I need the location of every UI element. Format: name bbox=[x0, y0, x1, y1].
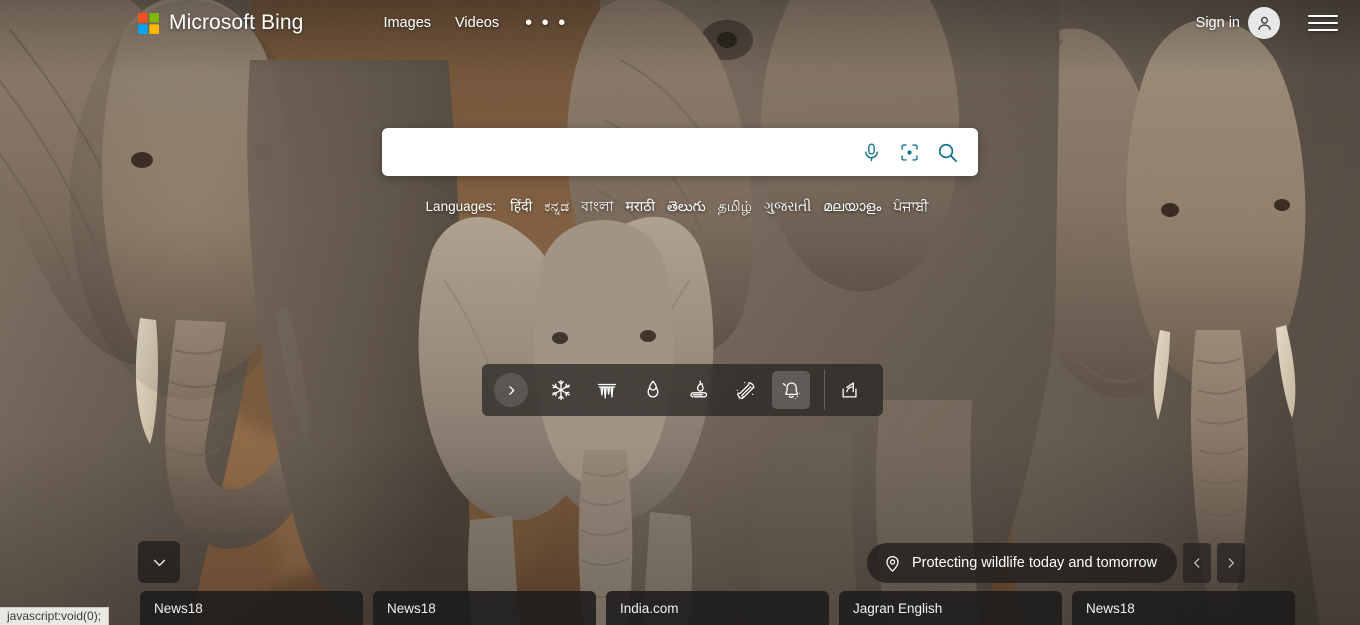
notification-bell-icon[interactable] bbox=[772, 371, 810, 409]
share-icon[interactable] bbox=[831, 371, 869, 409]
caption-text: Protecting wildlife today and tomorrow bbox=[911, 555, 1157, 571]
search-zone: Languages: हिंदी ಕನ್ನಡ বাংলা मराठी తెలుగ… bbox=[0, 128, 1360, 219]
news-cards-row: News18 News18 India.com Jagran English N… bbox=[140, 591, 1295, 625]
language-link-kannada[interactable]: ಕನ್ನಡ bbox=[544, 198, 569, 215]
news-card[interactable]: Jagran English bbox=[839, 591, 1062, 625]
news-card-source: India.com bbox=[620, 600, 679, 616]
languages-row: Languages: हिंदी ಕನ್ನಡ বাংলা मराठी తెలుగ… bbox=[426, 195, 935, 219]
news-card[interactable]: News18 bbox=[1072, 591, 1295, 625]
header-nav: Images Videos • • • bbox=[371, 9, 581, 37]
bing-logo-link[interactable]: Microsoft Bing bbox=[138, 11, 303, 35]
scroll-down-button[interactable] bbox=[138, 541, 180, 583]
next-image-button[interactable] bbox=[1217, 543, 1245, 583]
location-pin-icon bbox=[886, 555, 899, 572]
previous-image-button[interactable] bbox=[1183, 543, 1211, 583]
news-card-source: News18 bbox=[1086, 600, 1135, 616]
hamburger-menu-icon[interactable] bbox=[1308, 10, 1338, 36]
sparkle-lines-icon[interactable] bbox=[726, 371, 764, 409]
image-caption-pill[interactable]: Protecting wildlife today and tomorrow bbox=[866, 543, 1177, 583]
news-card-source: Jagran English bbox=[853, 600, 943, 616]
microphone-icon[interactable] bbox=[852, 128, 890, 176]
image-caption-row: Protecting wildlife today and tomorrow bbox=[866, 543, 1245, 583]
search-box[interactable] bbox=[382, 128, 978, 176]
browser-status-bar: javascript:void(0); bbox=[0, 607, 110, 625]
language-link-bangla[interactable]: বাংলা bbox=[581, 195, 613, 219]
languages-label: Languages: bbox=[425, 199, 497, 214]
language-link-gujarati[interactable]: ગુજરાતી bbox=[764, 198, 811, 215]
brand-name: Microsoft Bing bbox=[169, 11, 304, 34]
toolbar-divider bbox=[824, 370, 825, 410]
header-right-cluster: Sign in bbox=[1196, 7, 1360, 39]
chevron-right-icon[interactable] bbox=[494, 373, 528, 407]
snowflake-icon[interactable] bbox=[542, 371, 580, 409]
sign-in-button[interactable]: Sign in bbox=[1196, 7, 1280, 39]
icicles-icon[interactable] bbox=[588, 371, 626, 409]
nav-more-icon[interactable]: • • • bbox=[511, 12, 581, 34]
language-link-malayalam[interactable]: മലയാളം bbox=[823, 198, 881, 215]
top-header: Microsoft Bing Images Videos • • • Sign … bbox=[0, 0, 1360, 46]
visual-search-icon[interactable] bbox=[890, 128, 928, 176]
background-image-elephant-herd bbox=[0, 0, 1360, 625]
nav-images[interactable]: Images bbox=[371, 9, 443, 37]
language-link-marathi[interactable]: मराठी bbox=[626, 197, 655, 216]
language-link-hindi[interactable]: हिंदी bbox=[510, 197, 532, 216]
sign-in-label: Sign in bbox=[1195, 15, 1240, 31]
language-link-punjabi[interactable]: ਪੰਜਾਬੀ bbox=[893, 198, 928, 215]
news-card-source: News18 bbox=[154, 600, 203, 616]
news-card[interactable]: News18 bbox=[373, 591, 596, 625]
campfire-icon[interactable] bbox=[680, 371, 718, 409]
water-drop-icon[interactable] bbox=[634, 371, 672, 409]
news-card-source: News18 bbox=[387, 600, 436, 616]
language-link-telugu[interactable]: తెలుగు bbox=[667, 198, 706, 218]
image-feature-toolbar bbox=[482, 364, 883, 416]
search-icon[interactable] bbox=[928, 128, 966, 176]
nav-videos[interactable]: Videos bbox=[443, 9, 511, 37]
person-icon[interactable] bbox=[1248, 7, 1280, 39]
bing-homepage: Microsoft Bing Images Videos • • • Sign … bbox=[0, 0, 1360, 625]
news-card[interactable]: News18 bbox=[140, 591, 363, 625]
search-input[interactable] bbox=[382, 128, 852, 176]
news-card[interactable]: India.com bbox=[606, 591, 829, 625]
microsoft-logo-icon bbox=[138, 12, 159, 34]
language-link-tamil[interactable]: தமிழ் bbox=[718, 198, 752, 217]
